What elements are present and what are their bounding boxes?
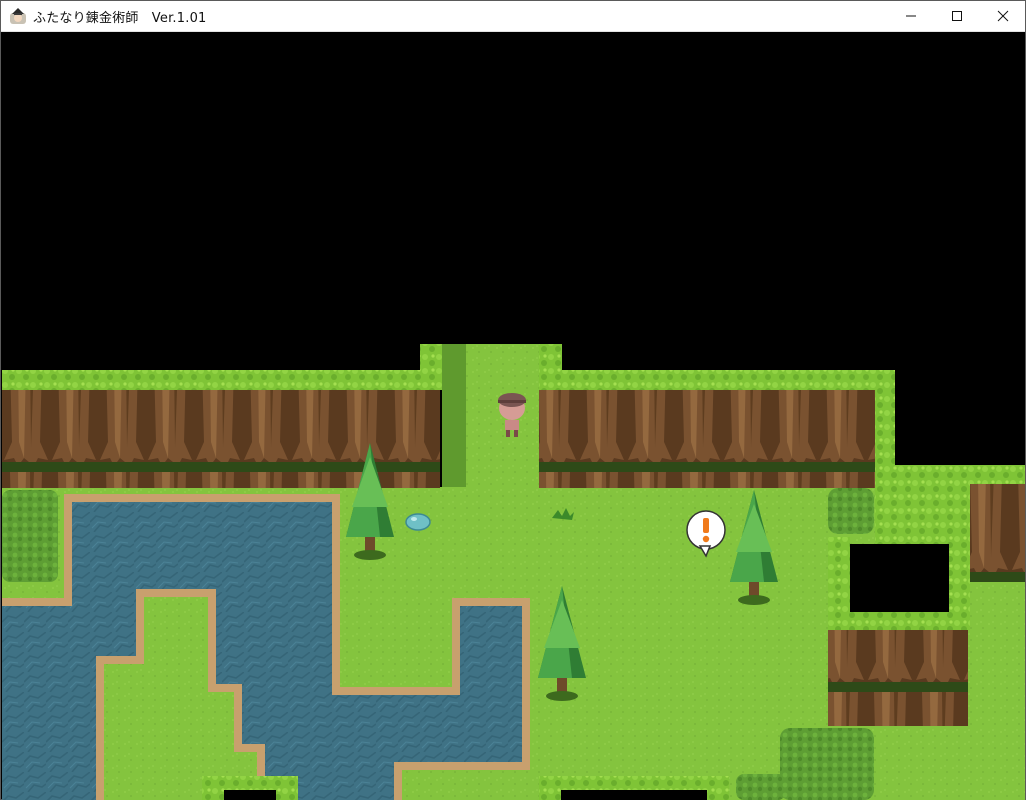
- right-forest-trunks: [539, 390, 875, 488]
- minimize-icon: [906, 15, 916, 17]
- window-title: ふたなり錬金術師 Ver.1.01: [33, 10, 207, 26]
- alchemist-character-icon: [10, 8, 26, 24]
- bush-right: [828, 488, 874, 534]
- bottom-void-left: [224, 790, 276, 800]
- close-icon: [997, 10, 1009, 22]
- bush-left: [2, 490, 58, 582]
- close-button[interactable]: [980, 1, 1026, 31]
- far-right-trunks: [970, 484, 1025, 582]
- title-bar[interactable]: ふたなり錬金術師 Ver.1.01: [1, 1, 1025, 32]
- maximize-button[interactable]: [934, 1, 980, 31]
- maximize-icon: [952, 11, 962, 21]
- blue-slime-sprite[interactable]: [405, 513, 431, 531]
- bottom-void-mid: [561, 790, 707, 800]
- bush-bottom-right: [780, 728, 874, 800]
- game-window: ふたなり錬金術師 Ver.1.01: [0, 0, 1026, 800]
- void-hedge-left: [828, 537, 850, 630]
- lower-right-trunks: [828, 630, 968, 726]
- minimize-button[interactable]: [888, 1, 934, 31]
- bush-bottom-right-2: [736, 774, 786, 800]
- path-shadow: [442, 344, 466, 487]
- game-map[interactable]: [2, 32, 1025, 800]
- game-viewport[interactable]: [2, 32, 1025, 800]
